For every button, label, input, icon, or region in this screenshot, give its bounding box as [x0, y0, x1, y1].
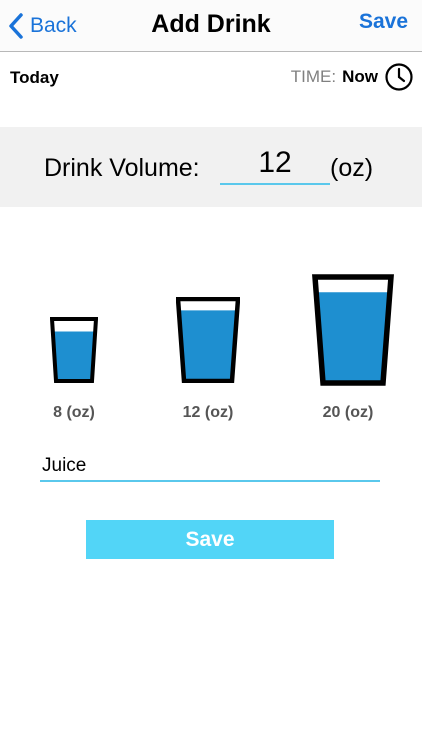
- preset-cup-8oz-label: 8 (oz): [53, 404, 95, 421]
- time-selector[interactable]: TIME: Now: [291, 62, 414, 92]
- back-label: Back: [30, 14, 77, 37]
- preset-cup-20oz[interactable]: [312, 274, 394, 386]
- glass-icon: [176, 297, 240, 383]
- date-time-row: Today TIME: Now: [0, 52, 422, 104]
- preset-cup-8oz[interactable]: [50, 317, 98, 383]
- back-button[interactable]: Back: [8, 9, 77, 43]
- chevron-left-icon: [9, 13, 23, 39]
- day-label: Today: [10, 68, 59, 87]
- clock-icon[interactable]: [384, 62, 414, 92]
- save-button[interactable]: Save: [86, 520, 334, 559]
- preset-cup-12oz-label: 12 (oz): [182, 404, 234, 421]
- preset-cup-20oz-label: 20 (oz): [322, 404, 374, 421]
- nav-save-button[interactable]: Save: [359, 10, 408, 34]
- navigation-bar: Back Add Drink Save: [0, 0, 422, 52]
- time-label: TIME:: [290, 67, 337, 86]
- time-value: Now: [342, 67, 378, 86]
- drink-volume-unit: (oz): [330, 154, 374, 182]
- preset-cup-12oz[interactable]: [176, 297, 240, 383]
- drink-volume-label: Drink Volume:: [44, 154, 200, 182]
- drink-volume-input[interactable]: [220, 143, 330, 183]
- drink-volume-section: Drink Volume: (oz): [0, 127, 422, 207]
- drink-name-input[interactable]: [40, 452, 380, 480]
- drink-volume-field-wrapper: [220, 143, 330, 185]
- glass-icon: [312, 274, 394, 386]
- glass-icon: [50, 317, 98, 383]
- drink-name-field-wrapper: [40, 452, 380, 482]
